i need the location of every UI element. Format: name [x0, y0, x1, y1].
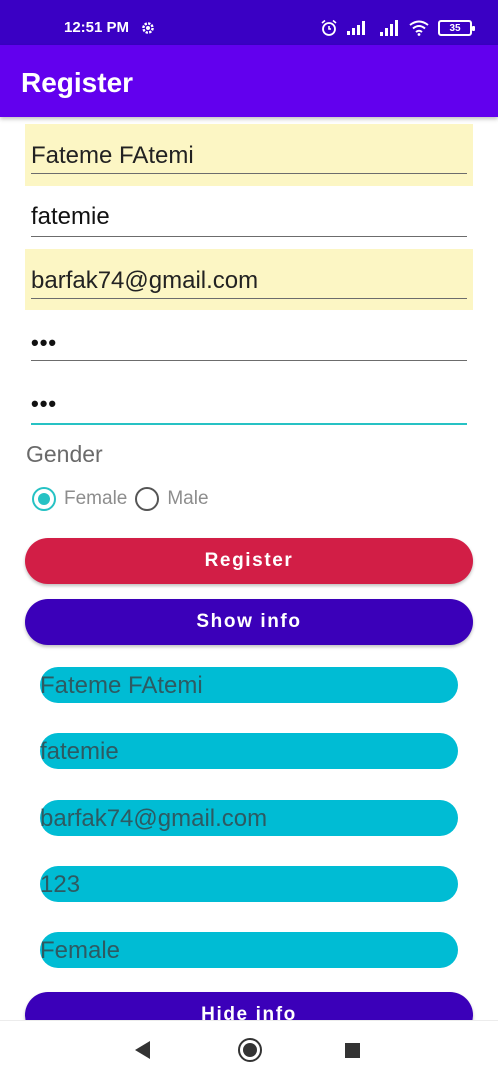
password-field-value: •••: [31, 330, 58, 355]
wifi-icon: [409, 20, 429, 36]
info-email: barfak74@gmail.com: [40, 800, 458, 836]
name-field[interactable]: Fateme FAtemi: [25, 124, 473, 186]
status-bar: 12:51 PM 35: [0, 0, 498, 45]
gender-label: Gender: [26, 441, 103, 467]
info-name: Fateme FAtemi: [40, 667, 458, 703]
show-info-button[interactable]: Show info: [25, 599, 473, 645]
status-icons: 35: [320, 18, 475, 38]
navigation-bar: [0, 1020, 498, 1080]
username-field-underline: [31, 236, 467, 237]
email-field[interactable]: barfak74@gmail.com: [25, 249, 473, 310]
username-field-value: fatemie: [31, 203, 110, 230]
info-name-value: Fateme FAtemi: [40, 672, 203, 699]
info-gender: Female: [40, 932, 458, 968]
info-password-value: 123: [40, 871, 81, 898]
confirm-password-field[interactable]: •••: [25, 376, 473, 430]
home-icon[interactable]: [238, 1038, 262, 1062]
page-title: Register: [21, 67, 134, 98]
info-gender-value: Female: [40, 937, 121, 964]
username-field[interactable]: fatemie: [25, 188, 473, 248]
confirm-password-field-underline: [31, 423, 467, 425]
back-icon[interactable]: [135, 1041, 150, 1059]
info-password: 123: [40, 866, 458, 902]
app-bar: Register: [0, 45, 498, 117]
email-field-underline: [31, 298, 467, 299]
signal-icon: [380, 20, 398, 36]
signal-icon: [347, 21, 365, 35]
female-radio[interactable]: [32, 487, 56, 511]
info-email-value: barfak74@gmail.com: [40, 805, 268, 832]
info-username: fatemie: [40, 733, 458, 769]
email-field-value: barfak74@gmail.com: [31, 267, 259, 294]
battery-level: 35: [449, 22, 461, 34]
password-field-underline: [31, 360, 467, 361]
confirm-password-field-value: •••: [31, 391, 58, 416]
recents-icon[interactable]: [345, 1043, 360, 1058]
name-field-underline: [31, 173, 467, 174]
gender-radio-group: Female Male: [32, 487, 217, 511]
male-radio-label[interactable]: Male: [167, 488, 208, 510]
alarm-icon: [321, 19, 337, 36]
info-username-value: fatemie: [40, 738, 119, 765]
register-button[interactable]: Register: [25, 538, 473, 584]
password-field[interactable]: •••: [25, 314, 473, 370]
female-radio-label[interactable]: Female: [64, 488, 127, 510]
status-time: 12:51 PM: [64, 19, 130, 36]
battery-icon: 35: [438, 20, 475, 36]
male-radio[interactable]: [135, 487, 160, 511]
name-field-value: Fateme FAtemi: [31, 142, 194, 169]
gear-icon: [142, 22, 154, 34]
